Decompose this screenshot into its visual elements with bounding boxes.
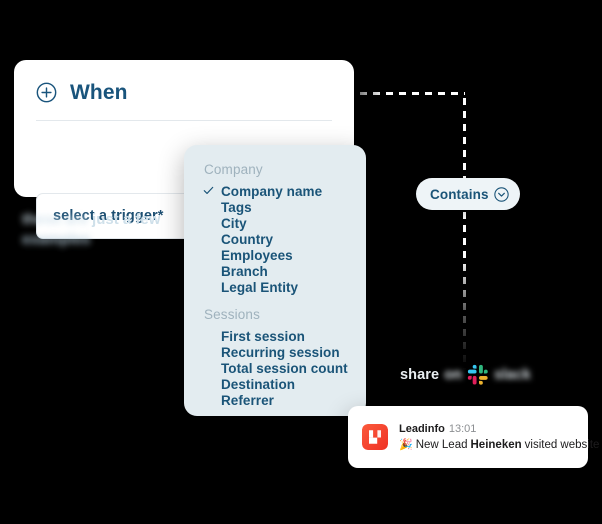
slack-logo-icon bbox=[467, 364, 488, 385]
page-title: When bbox=[70, 80, 128, 104]
condition-operator-pill[interactable]: Contains bbox=[416, 178, 520, 210]
notification-header-line: Leadinfo 13:01 bbox=[399, 423, 574, 436]
dropdown-item-label: Company name bbox=[221, 184, 323, 199]
notification-company-name: Heineken bbox=[470, 438, 522, 451]
dropdown-item-label: Legal Entity bbox=[221, 279, 299, 295]
dropdown-item-recurring-session[interactable]: Recurring session bbox=[184, 345, 366, 361]
notification-message-suffix: visited website bbox=[524, 438, 600, 451]
dropdown-item-city[interactable]: City bbox=[184, 216, 366, 232]
dropdown-item-label: Country bbox=[221, 231, 274, 247]
when-card-header: When bbox=[14, 60, 354, 106]
dropdown-item-label: Tags bbox=[221, 199, 252, 215]
slack-word: slack bbox=[494, 367, 531, 383]
notification-message-line: 🎉 New Lead Heineken visited website bbox=[399, 438, 599, 452]
dropdown-item-label: Referrer bbox=[221, 392, 274, 408]
share-on-slack-label: share on slack bbox=[400, 362, 531, 388]
caption-obscured-prefix: these are bbox=[22, 211, 88, 228]
dropdown-item-referrer[interactable]: Referrer bbox=[184, 393, 366, 409]
dropdown-item-tags[interactable]: Tags bbox=[184, 200, 366, 216]
notification-message-prefix: New Lead bbox=[415, 438, 468, 451]
share-word: share bbox=[400, 367, 440, 383]
dropdown-item-company-name[interactable]: Company name bbox=[184, 184, 366, 200]
condition-operator-label: Contains bbox=[430, 186, 489, 202]
dropdown-item-total-session-count[interactable]: Total session count bbox=[184, 361, 366, 377]
chevron-down-circle-icon[interactable] bbox=[494, 186, 509, 202]
caption-text: these are just a few examples bbox=[22, 210, 192, 251]
dropdown-item-label: Employees bbox=[221, 247, 293, 263]
leadinfo-logo-icon bbox=[362, 424, 388, 450]
connector-dashed-vertical-top bbox=[463, 98, 466, 180]
dropdown-item-label: Destination bbox=[221, 376, 296, 392]
divider bbox=[36, 120, 332, 121]
dropdown-item-label: City bbox=[221, 215, 247, 231]
dropdown-group-label-company: Company bbox=[204, 162, 263, 177]
notification-timestamp: 13:01 bbox=[448, 422, 477, 435]
dropdown-item-label: Recurring session bbox=[221, 344, 340, 360]
caption-line-1-visible: just a few bbox=[92, 211, 161, 228]
screenshot-stage: When select a trigger* these are just a … bbox=[0, 0, 602, 524]
dropdown-item-first-session[interactable]: First session bbox=[184, 329, 366, 345]
dropdown-item-label: Total session count bbox=[221, 360, 348, 376]
notification-app-name: Leadinfo bbox=[399, 422, 445, 435]
dropdown-item-label: First session bbox=[221, 328, 305, 344]
slack-notification-toast[interactable]: Leadinfo 13:01 🎉 New Lead Heineken visite… bbox=[348, 406, 599, 468]
dropdown-item-employees[interactable]: Employees bbox=[184, 248, 366, 264]
caption-line-2: examples bbox=[22, 231, 91, 249]
dropdown-item-branch[interactable]: Branch bbox=[184, 264, 366, 280]
dropdown-item-label: Branch bbox=[221, 263, 268, 279]
connector-dashed-vertical-bottom bbox=[463, 212, 466, 372]
dropdown-item-country[interactable]: Country bbox=[184, 232, 366, 248]
party-popper-icon: 🎉 bbox=[399, 438, 413, 451]
check-icon bbox=[203, 186, 214, 195]
share-on-word: on bbox=[444, 367, 463, 383]
dropdown-item-destination[interactable]: Destination bbox=[184, 377, 366, 393]
caption-line-1: these are just a few bbox=[22, 210, 192, 230]
circle-plus-icon[interactable] bbox=[36, 82, 57, 103]
dropdown-item-legal-entity[interactable]: Legal Entity bbox=[184, 280, 366, 296]
dropdown-group-label-sessions: Sessions bbox=[204, 306, 260, 322]
trigger-options-dropdown[interactable]: Company Company name Tags City Country E… bbox=[184, 145, 366, 416]
connector-dashed-horizontal bbox=[360, 92, 465, 95]
notification-text-block: Leadinfo 13:01 🎉 New Lead Heineken visite… bbox=[399, 423, 599, 452]
